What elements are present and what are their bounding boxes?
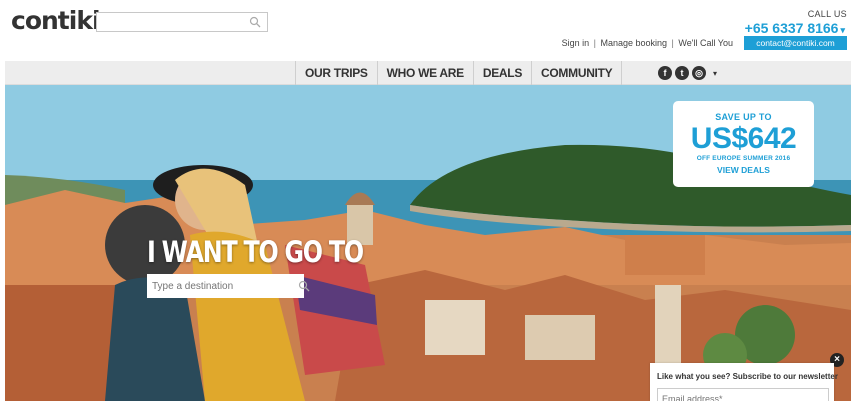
- nav-deals[interactable]: DEALS: [472, 61, 531, 85]
- newsletter-title: Like what you see? Subscribe to our news…: [657, 372, 838, 381]
- link-separator: |: [593, 38, 596, 48]
- deal-save-label: SAVE UP TO: [715, 112, 772, 122]
- chevron-down-icon[interactable]: ▾: [713, 69, 717, 78]
- facebook-icon[interactable]: f: [658, 66, 672, 80]
- deal-subtitle: OFF EUROPE SUMMER 2016: [696, 155, 791, 162]
- nav-community[interactable]: COMMUNITY: [531, 61, 623, 85]
- deal-amount: US$642: [690, 122, 797, 155]
- site-search-input[interactable]: [97, 14, 247, 32]
- search-icon[interactable]: [249, 15, 261, 33]
- main-nav: OUR TRIPS WHO WE ARE DEALS COMMUNITY f t…: [5, 61, 851, 85]
- instagram-icon[interactable]: ◎: [692, 66, 706, 80]
- contiki-logo[interactable]: contiki: [11, 6, 101, 35]
- view-deals-link[interactable]: VIEW DEALS: [673, 165, 814, 175]
- newsletter-email-field[interactable]: [657, 388, 829, 401]
- manage-booking-link[interactable]: Manage booking: [600, 38, 667, 48]
- social-links: f t ◎ ▾: [658, 66, 717, 80]
- site-search[interactable]: [96, 12, 268, 32]
- well-call-you-link[interactable]: We'll Call You: [678, 38, 733, 48]
- newsletter-email-input[interactable]: [658, 392, 826, 401]
- phone-number-text[interactable]: +65 6337 8166: [745, 20, 839, 36]
- site-header: contiki CALL US +65 6337 8166 ▾ Sign in |…: [0, 0, 851, 60]
- destination-search[interactable]: [147, 274, 310, 298]
- nav-who-we-are[interactable]: WHO WE ARE: [376, 61, 473, 85]
- hero-heading: I WANT TO GO TO: [147, 235, 364, 269]
- account-links: Sign in | Manage booking | We'll Call Yo…: [562, 38, 733, 48]
- destination-input[interactable]: [147, 274, 282, 298]
- contact-email-button[interactable]: contact@contiki.com: [744, 36, 847, 50]
- nav-our-trips[interactable]: OUR TRIPS: [295, 61, 377, 85]
- newsletter-popup: Like what you see? Subscribe to our news…: [650, 363, 838, 401]
- phone-number[interactable]: +65 6337 8166 ▾: [745, 20, 845, 36]
- nav-menu: OUR TRIPS WHO WE ARE DEALS COMMUNITY: [295, 61, 623, 85]
- call-us-label: CALL US: [807, 9, 847, 19]
- sign-in-link[interactable]: Sign in: [562, 38, 590, 48]
- link-separator: |: [671, 38, 674, 48]
- deal-card[interactable]: SAVE UP TO US$642 OFF EUROPE SUMMER 2016…: [673, 101, 814, 187]
- hero-banner: I WANT TO GO TO SAVE UP TO US$642 OFF EU…: [5, 85, 851, 401]
- chevron-down-icon[interactable]: ▾: [840, 25, 845, 35]
- twitter-icon[interactable]: t: [675, 66, 689, 80]
